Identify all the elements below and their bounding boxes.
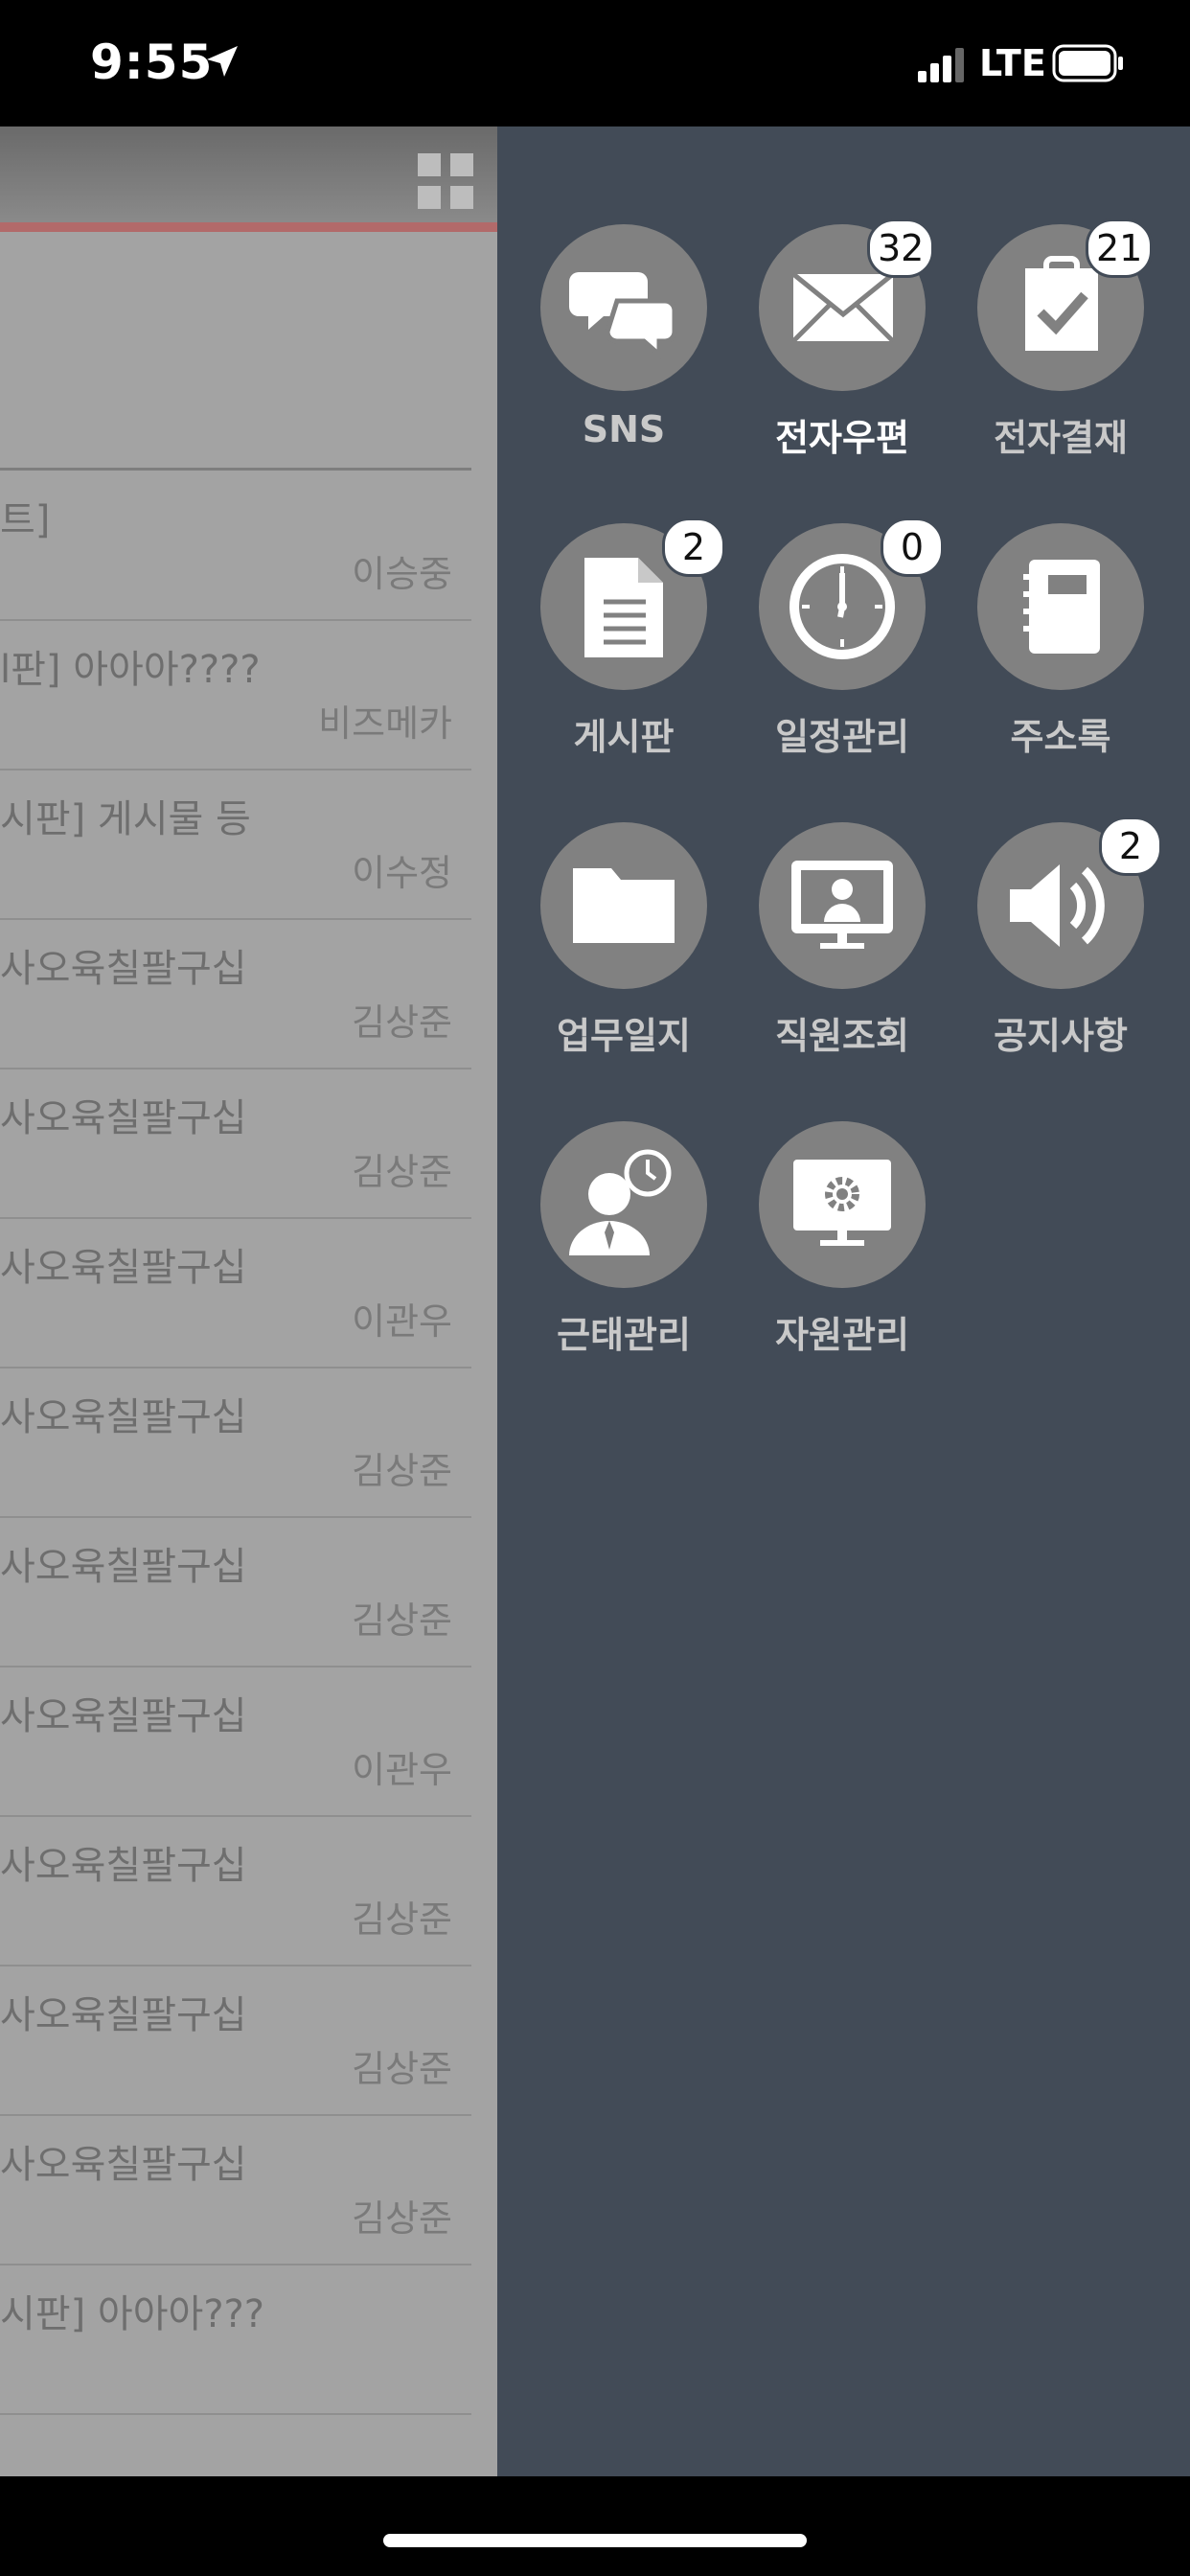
- menu-label: 업무일지: [557, 1015, 691, 1057]
- menu-item-sns[interactable]: SNS: [516, 224, 708, 473]
- grid-menu-icon[interactable]: [418, 153, 473, 209]
- list-item[interactable]: 시판] 게시물 등이수정: [0, 769, 471, 920]
- menu-item-schedule[interactable]: 일정관리 0: [735, 518, 944, 772]
- network-type: LTE: [979, 42, 1046, 84]
- list-item-title: 사오육칠팔구십: [0, 1694, 247, 1738]
- list-item[interactable]: 사오육칠팔구십김상준: [0, 1068, 471, 1219]
- list-item[interactable]: 트] 이승중: [0, 470, 471, 621]
- menu-item-email[interactable]: 전자우편 32: [735, 218, 935, 473]
- list-item-title: 사오육칠팔구십: [0, 2143, 247, 2187]
- list-item[interactable]: 사오육칠팔구십김상준: [0, 918, 471, 1070]
- menu-label: 공지사항: [994, 1015, 1128, 1057]
- menu-label: 전자우편: [775, 417, 909, 459]
- location-arrow-icon: [207, 46, 238, 77]
- menu-label: SNS: [582, 408, 666, 450]
- signal-icon: [918, 48, 964, 82]
- list-item[interactable]: 사오육칠팔구십이관우: [0, 1217, 471, 1368]
- side-menu-panel: SNS 전자우편 32 전자결재 21 게시판 2 일정관리 0 주소록 업무일…: [497, 126, 1190, 2476]
- list-item-author: 이관우: [352, 1749, 452, 1791]
- home-indicator[interactable]: [383, 2534, 807, 2547]
- menu-item-address-book[interactable]: 주소록: [953, 523, 1145, 772]
- menu-item-attendance[interactable]: 근태관리: [516, 1121, 708, 1370]
- count-badge: 2: [662, 518, 725, 577]
- list-item-author: 비즈메카: [318, 702, 452, 745]
- menu-label: 게시판: [573, 716, 675, 758]
- list-item[interactable]: 사오육칠팔구십김상준: [0, 1367, 471, 1518]
- monitor-gear-icon: [793, 1160, 891, 1246]
- list-item-title: 사오육칠팔구십: [0, 1246, 247, 1290]
- list-item[interactable]: 사오육칠팔구십이관우: [0, 1666, 471, 1817]
- menu-item-board[interactable]: 게시판 2: [516, 518, 725, 772]
- list-item-author: 김상준: [352, 2197, 452, 2240]
- menu-item-employee-search[interactable]: 직원조회: [735, 822, 927, 1071]
- list-item[interactable]: 사오육칠팔구십김상준: [0, 1516, 471, 1668]
- list-item[interactable]: l판] 아아아???? 비즈메카: [0, 619, 471, 770]
- list-item-title: l판] 아아아????: [0, 648, 261, 692]
- list-item-author: 김상준: [352, 1599, 452, 1642]
- list-item-title: 사오육칠팔구십: [0, 1844, 247, 1888]
- list-item-author: 김상준: [352, 1151, 452, 1193]
- menu-label: 주소록: [1010, 716, 1111, 758]
- folder-icon: [573, 868, 675, 943]
- menu-label: 직원조회: [775, 1015, 909, 1057]
- home-indicator-area: [0, 2476, 1190, 2576]
- menu-item-work-log[interactable]: 업무일지: [516, 822, 708, 1071]
- list-item[interactable]: 사오육칠팔구십김상준: [0, 1815, 471, 1966]
- list-item[interactable]: 사오육칠팔구십김상준: [0, 1965, 471, 2116]
- list-item-title: 시판] 게시물 등: [0, 797, 251, 841]
- list-item-title: 사오육칠팔구십: [0, 1096, 247, 1140]
- count-badge: 0: [881, 518, 944, 577]
- menu-item-approval[interactable]: 전자결재 21: [953, 218, 1154, 473]
- menu-label: 전자결재: [994, 417, 1128, 459]
- list-item-author: 김상준: [352, 1898, 452, 1941]
- list-item-title: 시판] 아아아???: [0, 2292, 265, 2336]
- status-time: 9:55: [90, 34, 214, 90]
- list-item-author: 이승중: [352, 553, 452, 595]
- menu-label: 일정관리: [775, 716, 909, 758]
- count-badge: 2: [1099, 816, 1162, 876]
- list-item-title: 사오육칠팔구십: [0, 1395, 247, 1439]
- list-item-title: 사오육칠팔구십: [0, 1545, 247, 1589]
- count-badge: 21: [1086, 218, 1154, 278]
- list-item-title: 사오육칠팔구십: [0, 947, 247, 991]
- monitor-user-icon: [791, 861, 893, 949]
- list-item-author: 김상준: [352, 1450, 452, 1492]
- header-accent-line: [0, 222, 497, 232]
- list-header-bar: [0, 126, 497, 232]
- status-bar: 9:55 LTE: [0, 0, 1190, 126]
- dimmed-list-view[interactable]: 트] 이승중 l판] 아아아???? 비즈메카 시판] 게시물 등 이수정 사오육칠팔구십 김…: [0, 126, 497, 2476]
- menu-item-notice[interactable]: 공지사항 2: [953, 816, 1162, 1071]
- list-item[interactable]: 사오육칠팔구십김상준: [0, 2114, 471, 2266]
- list-item-author: 김상준: [352, 1001, 452, 1044]
- menu-label: 근태관리: [557, 1314, 691, 1356]
- list-item-author: 김상준: [352, 2048, 452, 2090]
- list-item[interactable]: 시판] 아아아???: [0, 2264, 471, 2415]
- address-book-icon: [1023, 560, 1100, 654]
- list-item-title: 사오육칠팔구십: [0, 1993, 247, 2037]
- battery-icon: [1052, 44, 1123, 82]
- list-item-author: 이수정: [352, 852, 452, 894]
- menu-label: 자원관리: [775, 1314, 909, 1356]
- chat-bubbles-icon: [569, 272, 677, 360]
- menu-item-resources[interactable]: 자원관리: [735, 1121, 927, 1370]
- list-item-title: 트]: [0, 498, 51, 542]
- person-clock-icon: [569, 1149, 672, 1255]
- count-badge: 32: [867, 218, 935, 278]
- list-item-author: 이관우: [352, 1300, 452, 1343]
